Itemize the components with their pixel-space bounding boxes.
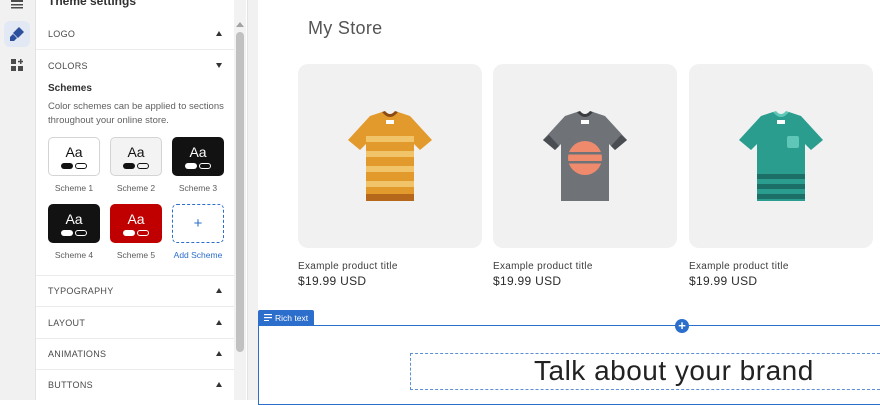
- theme-settings-panel: Theme settings LOGO COLORS Schemes Color…: [36, 0, 248, 400]
- section-typography-label: TYPOGRAPHY: [48, 285, 114, 296]
- scheme-4-swatch[interactable]: Aa: [48, 204, 100, 243]
- section-buttons-label: BUTTONS: [48, 379, 93, 390]
- section-colors-header[interactable]: COLORS: [36, 50, 234, 81]
- product-1-title[interactable]: Example product title: [298, 261, 398, 272]
- chevron-up-icon: [216, 382, 222, 387]
- app-blocks-icon[interactable]: [4, 52, 30, 78]
- plus-icon: +: [193, 215, 203, 232]
- scheme-3-swatch[interactable]: Aa: [172, 137, 224, 176]
- section-colors-label: COLORS: [48, 60, 88, 71]
- add-section-plus-icon[interactable]: +: [675, 319, 689, 333]
- scheme-2-swatch[interactable]: Aa: [110, 137, 162, 176]
- scroll-up-arrow-icon[interactable]: [236, 22, 244, 27]
- scheme-sample: Aa: [189, 143, 207, 160]
- gray-sunset-shirt-icon: [543, 111, 627, 201]
- schemes-description: Color schemes can be applied to sections…: [48, 101, 224, 126]
- scheme-4-label: Scheme 4: [54, 250, 94, 260]
- panel-title: Theme settings: [48, 0, 137, 8]
- section-buttons[interactable]: BUTTONS: [36, 369, 234, 400]
- section-logo[interactable]: LOGO: [36, 18, 234, 50]
- scheme-3-label: Scheme 3: [178, 183, 218, 193]
- scheme-1-label: Scheme 1: [54, 183, 94, 193]
- product-1-image[interactable]: [298, 64, 482, 248]
- section-tag-label: Rich text: [275, 312, 309, 323]
- scheme-sample: Aa: [65, 143, 83, 160]
- section-tag[interactable]: Rich text: [258, 310, 315, 325]
- schemes-title: Schemes: [48, 83, 92, 94]
- section-logo-label: LOGO: [48, 28, 76, 39]
- icon-rail: [0, 0, 36, 400]
- product-2-price: $19.99 USD: [493, 274, 562, 288]
- section-layout-label: LAYOUT: [48, 317, 86, 328]
- text-lines-icon: [264, 314, 272, 321]
- chevron-down-icon: [216, 63, 222, 68]
- section-animations-label: ANIMATIONS: [48, 348, 107, 359]
- add-scheme-button[interactable]: +: [172, 204, 224, 243]
- scheme-sample: Aa: [65, 210, 83, 227]
- scheme-5-swatch[interactable]: Aa: [110, 204, 162, 243]
- product-1-price: $19.99 USD: [298, 274, 367, 288]
- rich-text-heading[interactable]: Talk about your brand: [534, 355, 814, 387]
- scheme-5-label: Scheme 5: [116, 250, 156, 260]
- product-3-title[interactable]: Example product title: [689, 261, 789, 272]
- preview-canvas: My Store Example product title $19.99 US…: [258, 0, 880, 405]
- scheme-sample: Aa: [127, 210, 145, 227]
- product-2-image[interactable]: [493, 64, 677, 248]
- panel-scrollbar-thumb[interactable]: [236, 32, 244, 352]
- section-layout[interactable]: LAYOUT: [36, 307, 234, 339]
- chevron-up-icon: [216, 288, 222, 293]
- chevron-up-icon: [216, 31, 222, 36]
- chevron-up-icon: [216, 320, 222, 325]
- scheme-2-label: Scheme 2: [116, 183, 156, 193]
- scheme-1-swatch[interactable]: Aa: [48, 137, 100, 176]
- teal-pocket-shirt-icon: [739, 111, 823, 201]
- orange-striped-shirt-icon: [348, 111, 432, 201]
- scheme-sample: Aa: [127, 143, 145, 160]
- product-3-image[interactable]: [689, 64, 873, 248]
- store-preview: My Store Example product title $19.99 US…: [248, 0, 880, 405]
- store-title: My Store: [308, 18, 383, 38]
- section-typography[interactable]: TYPOGRAPHY: [36, 275, 234, 307]
- section-animations[interactable]: ANIMATIONS: [36, 338, 234, 370]
- add-scheme-link[interactable]: Add Scheme: [170, 250, 226, 260]
- product-2-title[interactable]: Example product title: [493, 261, 593, 272]
- sections-icon[interactable]: [4, 0, 30, 16]
- theme-settings-icon[interactable]: [4, 21, 30, 47]
- product-3-price: $19.99 USD: [689, 274, 758, 288]
- chevron-up-icon: [216, 351, 222, 356]
